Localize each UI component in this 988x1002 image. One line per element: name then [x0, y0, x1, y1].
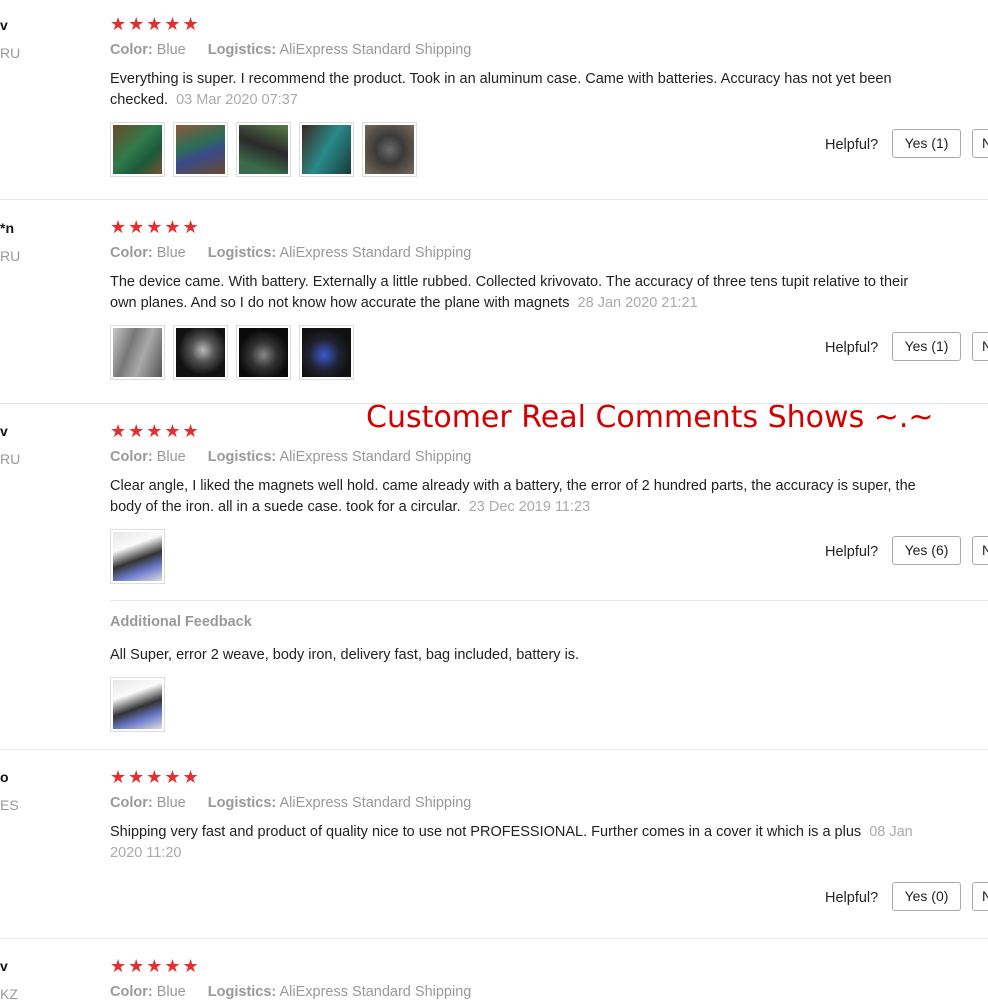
promo-banner: Customer Real Comments Shows ~.~ — [366, 400, 934, 435]
reviewer-name: v — [0, 423, 8, 439]
reviewer-name: *n — [0, 220, 14, 236]
color-value: Blue — [156, 245, 186, 261]
review-photo-thumbnail[interactable] — [110, 529, 165, 584]
review-photo-thumbnail[interactable] — [299, 122, 354, 177]
review-photo-thumbnail[interactable] — [110, 122, 165, 177]
helpful-no-button[interactable]: N — [972, 129, 988, 158]
color-key: Color: — [110, 984, 153, 1000]
review-photos — [110, 122, 417, 177]
logistics-key: Logistics: — [207, 42, 277, 58]
star-rating: ★★★★★ — [110, 421, 201, 441]
review-photo-thumbnail[interactable] — [236, 325, 291, 380]
color-key: Color: — [110, 245, 153, 261]
color-value: Blue — [156, 449, 186, 465]
review-photo-thumbnail[interactable] — [173, 325, 228, 380]
reviewer-country: RU — [0, 451, 21, 467]
review-divider — [0, 938, 988, 939]
review-body: The device came. With battery. Externall… — [110, 274, 909, 311]
color-value: Blue — [156, 795, 186, 811]
helpful-label: Helpful? — [825, 890, 879, 906]
helpful-no-button[interactable]: N — [972, 882, 988, 911]
reviewer-name: v — [0, 958, 8, 974]
reviewer-country: RU — [0, 45, 21, 61]
reviewer-name: v — [0, 17, 8, 33]
review-photo-thumbnail[interactable] — [299, 325, 354, 380]
review-text: The device came. With battery. Externall… — [110, 272, 925, 314]
review-text: Shipping very fast and product of qualit… — [110, 822, 925, 864]
color-key: Color: — [110, 449, 153, 465]
additional-feedback-photos — [110, 677, 165, 732]
review-photo-thumbnail[interactable] — [110, 677, 165, 732]
helpful-yes-button[interactable]: Yes (0) — [892, 882, 961, 911]
star-rating: ★★★★★ — [110, 767, 201, 787]
review-text: Everything is super. I recommend the pro… — [110, 69, 925, 111]
review-photo-thumbnail[interactable] — [236, 122, 291, 177]
reviewer-country: RU — [0, 248, 21, 264]
helpful-no-button[interactable]: N — [972, 332, 988, 361]
helpful-label: Helpful? — [825, 340, 879, 356]
star-rating: ★★★★★ — [110, 217, 201, 237]
review-date: 23 Dec 2019 11:23 — [468, 499, 591, 515]
star-rating: ★★★★★ — [110, 956, 201, 976]
star-rating: ★★★★★ — [110, 14, 201, 34]
logistics-key: Logistics: — [207, 245, 277, 261]
review-meta: Color: Blue Logistics: AliExpress Standa… — [110, 984, 471, 1000]
logistics-value: AliExpress Standard Shipping — [279, 984, 472, 1000]
review-photos — [110, 325, 354, 380]
review-meta: Color: Blue Logistics: AliExpress Standa… — [110, 795, 471, 811]
additional-feedback-text: All Super, error 2 weave, body iron, del… — [110, 647, 580, 663]
additional-feedback-divider — [110, 600, 988, 601]
reviewer-name: o — [0, 769, 9, 785]
color-value: Blue — [156, 42, 186, 58]
color-key: Color: — [110, 795, 153, 811]
review-divider — [0, 199, 988, 200]
logistics-key: Logistics: — [207, 795, 277, 811]
logistics-value: AliExpress Standard Shipping — [279, 245, 472, 261]
logistics-value: AliExpress Standard Shipping — [279, 449, 472, 465]
review-photos — [110, 529, 165, 584]
logistics-value: AliExpress Standard Shipping — [279, 795, 472, 811]
logistics-key: Logistics: — [207, 449, 277, 465]
review-meta: Color: Blue Logistics: AliExpress Standa… — [110, 42, 471, 58]
review-body: Shipping very fast and product of qualit… — [110, 824, 862, 840]
review-text: Clear angle, I liked the magnets well ho… — [110, 476, 925, 518]
helpful-yes-button[interactable]: Yes (6) — [892, 536, 961, 565]
reviewer-country: ES — [0, 797, 19, 813]
helpful-label: Helpful? — [825, 544, 879, 560]
color-value: Blue — [156, 984, 186, 1000]
review-divider — [0, 749, 988, 750]
additional-feedback-heading: Additional Feedback — [110, 614, 252, 630]
review-photo-thumbnail[interactable] — [110, 325, 165, 380]
review-date: 28 Jan 2020 21:21 — [577, 295, 698, 311]
review-photo-thumbnail[interactable] — [362, 122, 417, 177]
helpful-label: Helpful? — [825, 137, 879, 153]
logistics-value: AliExpress Standard Shipping — [279, 42, 472, 58]
color-key: Color: — [110, 42, 153, 58]
helpful-yes-button[interactable]: Yes (1) — [892, 129, 961, 158]
helpful-yes-button[interactable]: Yes (1) — [892, 332, 961, 361]
review-photo-thumbnail[interactable] — [173, 122, 228, 177]
review-date: 03 Mar 2020 07:37 — [176, 92, 298, 108]
review-meta: Color: Blue Logistics: AliExpress Standa… — [110, 449, 471, 465]
helpful-no-button[interactable]: N — [972, 536, 988, 565]
review-meta: Color: Blue Logistics: AliExpress Standa… — [110, 245, 471, 261]
logistics-key: Logistics: — [207, 984, 277, 1000]
